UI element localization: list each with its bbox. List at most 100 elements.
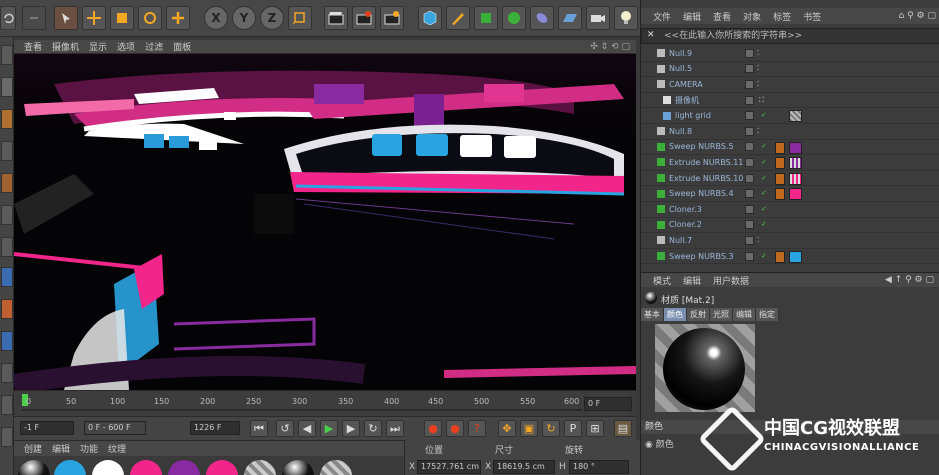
material-swatch[interactable] bbox=[206, 460, 238, 475]
add-icon[interactable] bbox=[166, 6, 190, 30]
check-icon[interactable]: ✓ bbox=[761, 220, 767, 229]
object-row[interactable]: Null.5 ⁚ bbox=[641, 62, 939, 78]
check-icon[interactable]: ✓ bbox=[761, 205, 767, 214]
tool-icon-8[interactable] bbox=[1, 267, 13, 287]
material-tag-icon[interactable] bbox=[789, 188, 802, 201]
viewport-menu-cameras[interactable]: 摄像机 bbox=[52, 40, 79, 53]
tag-icon[interactable] bbox=[775, 188, 785, 201]
dot-toggle-icon[interactable]: ⁚ bbox=[757, 49, 761, 58]
tool-icon-7[interactable] bbox=[1, 237, 13, 257]
3d-viewport[interactable] bbox=[14, 54, 636, 390]
next-key-icon[interactable]: ↻ bbox=[364, 420, 382, 437]
tool-icon-4[interactable] bbox=[1, 141, 13, 161]
object-row[interactable]: CAMERA ⁚ bbox=[641, 77, 939, 93]
tool-icon-12[interactable] bbox=[1, 395, 13, 415]
move-icon[interactable] bbox=[82, 6, 106, 30]
visibility-tag-icon[interactable] bbox=[745, 126, 754, 136]
prev-frame-icon[interactable]: ◀ bbox=[298, 420, 316, 437]
visibility-tag-icon[interactable] bbox=[745, 235, 754, 245]
z-axis-icon[interactable]: Z bbox=[260, 6, 284, 30]
object-row[interactable]: Null.8 ⁚ bbox=[641, 124, 939, 140]
viewport-menu-filter[interactable]: 过滤 bbox=[145, 40, 163, 53]
check-icon[interactable]: ✓ bbox=[761, 158, 767, 167]
obj-menu-bookmarks[interactable]: 书签 bbox=[803, 10, 821, 23]
cube-icon[interactable] bbox=[418, 6, 442, 30]
scale-icon[interactable] bbox=[110, 6, 134, 30]
visibility-tag-icon[interactable] bbox=[745, 142, 754, 152]
pen-icon[interactable] bbox=[446, 6, 470, 30]
object-row[interactable]: Cloner.3 ✓ bbox=[641, 202, 939, 218]
obj-menu-file[interactable]: 文件 bbox=[653, 10, 671, 23]
tab-illumination[interactable]: 光照 bbox=[710, 308, 733, 321]
tag-icon[interactable] bbox=[775, 172, 785, 185]
material-menu-edit[interactable]: 编辑 bbox=[52, 442, 70, 455]
light-icon[interactable] bbox=[614, 6, 638, 30]
undo-icon[interactable] bbox=[0, 6, 16, 30]
material-tag-icon[interactable] bbox=[789, 141, 802, 154]
rotate-icon[interactable] bbox=[138, 6, 162, 30]
material-swatch[interactable] bbox=[168, 460, 200, 475]
check-icon[interactable]: ✓ bbox=[761, 142, 767, 151]
material-menu-create[interactable]: 创建 bbox=[24, 442, 42, 455]
close-search-icon[interactable]: ✕ bbox=[647, 30, 655, 40]
viewport-menu-panel[interactable]: 面板 bbox=[173, 40, 191, 53]
record-icon[interactable]: ● bbox=[424, 420, 442, 437]
material-swatch[interactable] bbox=[282, 460, 314, 475]
dot-toggle-icon[interactable]: ⁚ bbox=[757, 64, 761, 73]
prev-key-icon[interactable]: ↺ bbox=[276, 420, 294, 437]
key-scale-icon[interactable]: ▣ bbox=[520, 420, 538, 437]
tool-icon-10[interactable] bbox=[1, 331, 13, 351]
render-view-icon[interactable] bbox=[324, 6, 348, 30]
dot-toggle-icon[interactable]: ⁚ bbox=[757, 127, 761, 136]
tag-icon[interactable] bbox=[775, 141, 785, 154]
tool-icon-11[interactable] bbox=[1, 363, 13, 383]
object-row[interactable]: 摄像机 ⛶ bbox=[641, 93, 939, 109]
tag-icon[interactable] bbox=[775, 250, 785, 263]
size-x-field[interactable]: 18619.5 cm bbox=[493, 460, 555, 474]
home-icon[interactable]: ⌂ ⚲ ⚙ ▢ bbox=[899, 11, 936, 21]
current-frame-field[interactable]: 0 F bbox=[584, 397, 632, 411]
visibility-tag-icon[interactable] bbox=[745, 79, 754, 89]
keyframe-selection-icon[interactable]: ? bbox=[468, 420, 486, 437]
obj-menu-tags[interactable]: 标签 bbox=[773, 10, 791, 23]
object-search-input[interactable]: <<在此输入你所搜索的字符串>> bbox=[641, 28, 939, 44]
autokey-icon[interactable]: ● bbox=[446, 420, 464, 437]
object-row[interactable]: Null.7 ⁚ bbox=[641, 233, 939, 249]
tab-color[interactable]: 颜色 bbox=[664, 308, 687, 321]
material-tag-icon[interactable] bbox=[789, 110, 802, 123]
tool-icon-9[interactable] bbox=[1, 299, 13, 319]
check-icon[interactable]: ✓ bbox=[761, 189, 767, 198]
attr-menu-edit[interactable]: 编辑 bbox=[683, 274, 701, 287]
material-tag-icon[interactable] bbox=[789, 157, 802, 170]
material-swatch[interactable] bbox=[54, 460, 86, 475]
attr-nav-icon[interactable]: ◀ ↑ ⚲ ⚙ ▢ bbox=[885, 275, 934, 285]
y-axis-icon[interactable]: Y bbox=[232, 6, 256, 30]
mograph-icon[interactable] bbox=[502, 6, 526, 30]
material-menu-function[interactable]: 功能 bbox=[80, 442, 98, 455]
dot-toggle-icon[interactable]: ⁚ bbox=[757, 236, 761, 245]
visibility-tag-icon[interactable] bbox=[745, 111, 754, 121]
tab-basic[interactable]: 基本 bbox=[641, 308, 664, 321]
attr-menu-userdata[interactable]: 用户数据 bbox=[713, 274, 749, 287]
camera-tag-icon[interactable]: ⛶ bbox=[759, 96, 764, 105]
dot-toggle-icon[interactable]: ⁚ bbox=[757, 80, 761, 89]
visibility-tag-icon[interactable] bbox=[745, 220, 754, 230]
material-preview[interactable] bbox=[655, 324, 755, 412]
key-param-icon[interactable]: P bbox=[564, 420, 582, 437]
visibility-tag-icon[interactable] bbox=[745, 95, 754, 105]
key-pla-icon[interactable]: ⊞ bbox=[586, 420, 604, 437]
timeline[interactable]: 0 50 100 150 200 250 300 350 400 450 500… bbox=[14, 390, 636, 416]
goto-start-icon[interactable]: ⏮ bbox=[250, 420, 268, 437]
frame-range-field[interactable]: 0 F - 600 F bbox=[84, 421, 146, 435]
material-swatch[interactable] bbox=[18, 460, 50, 475]
object-row[interactable]: Sweep NURBS.5 ✓ bbox=[641, 140, 939, 156]
end-frame-field[interactable]: 1226 F bbox=[190, 421, 240, 435]
attr-menu-mode[interactable]: 模式 bbox=[653, 274, 671, 287]
tool-icon-5[interactable] bbox=[1, 173, 13, 193]
object-row[interactable]: light grid ✓ bbox=[641, 108, 939, 124]
check-icon[interactable]: ✓ bbox=[761, 111, 767, 120]
timeline-icon[interactable]: ▤ bbox=[614, 420, 632, 437]
visibility-tag-icon[interactable] bbox=[745, 189, 754, 199]
next-frame-icon[interactable]: ▶ bbox=[342, 420, 360, 437]
material-swatch[interactable] bbox=[244, 460, 276, 475]
